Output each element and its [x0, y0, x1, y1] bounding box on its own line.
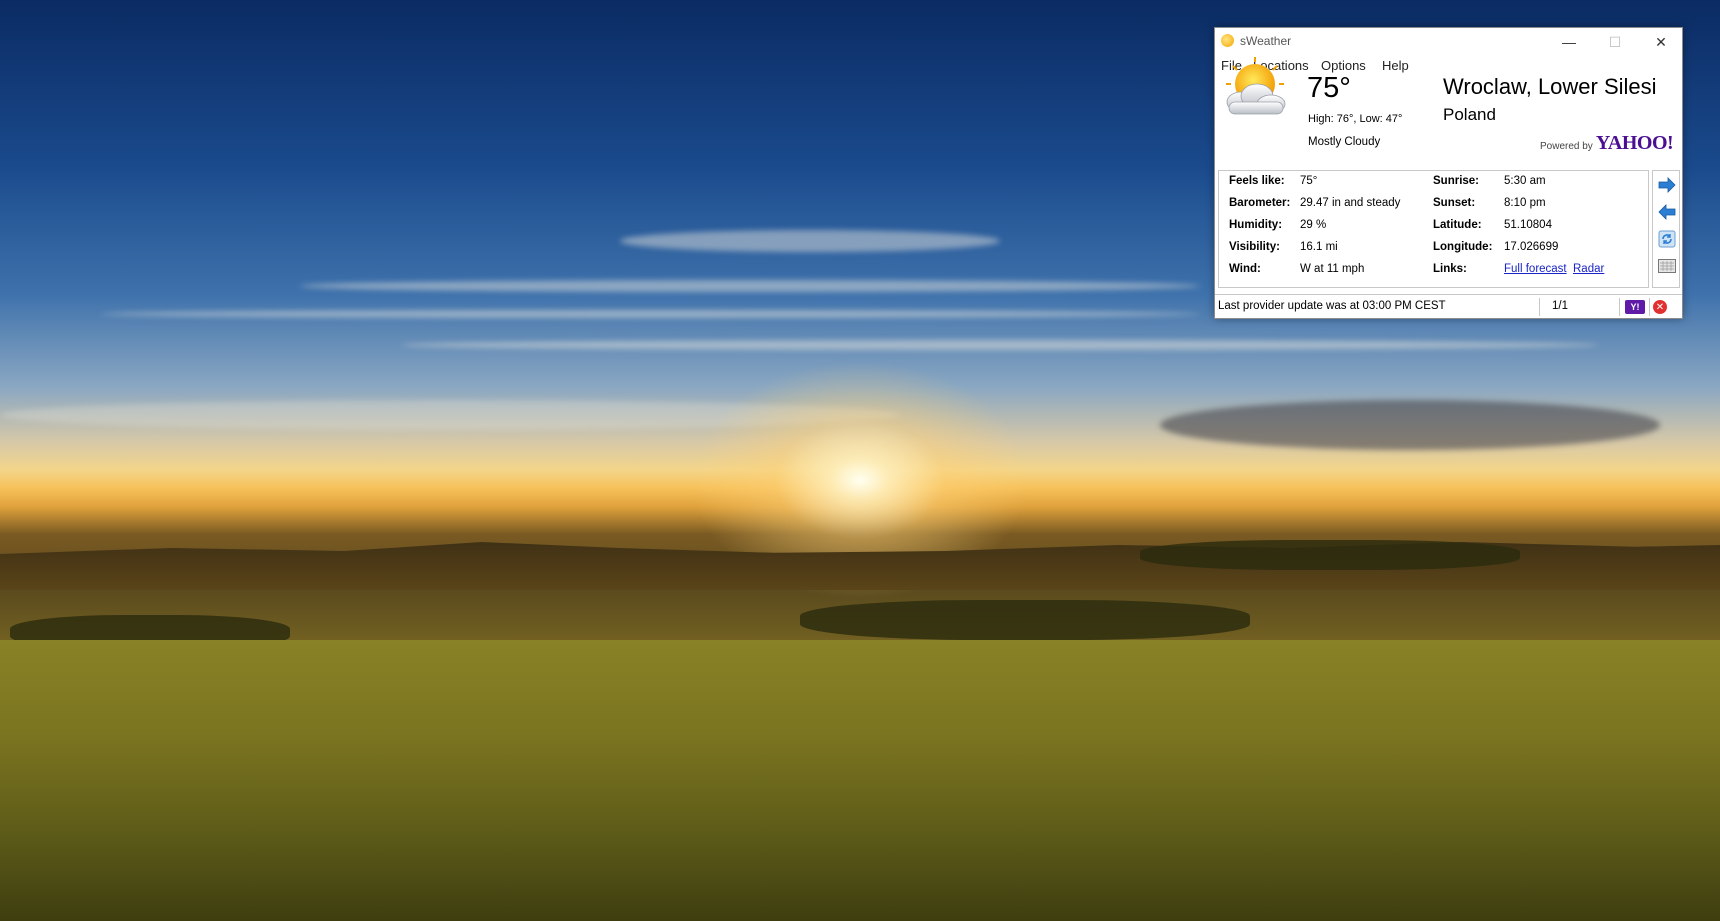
status-separator [1619, 298, 1620, 316]
radar-link[interactable]: Radar [1573, 263, 1604, 275]
window-title: sWeather [1240, 34, 1292, 48]
cloud [400, 340, 1600, 350]
maximize-button[interactable]: ☐ [1592, 28, 1638, 56]
yahoo-logo[interactable]: YAHOO! [1596, 132, 1674, 155]
sunset-label: Sunset: [1433, 197, 1476, 209]
trees [1140, 540, 1520, 570]
sunrise-value: 5:30 am [1504, 175, 1546, 187]
wind-value: W at 11 mph [1300, 263, 1365, 275]
grass-field [0, 640, 1720, 921]
page-counter: 1/1 [1552, 300, 1568, 312]
back-arrow-icon[interactable] [1657, 202, 1677, 222]
tool-column [1652, 170, 1680, 288]
latitude-label: Latitude: [1433, 219, 1482, 231]
wind-label: Wind: [1229, 263, 1261, 275]
refresh-icon[interactable] [1657, 229, 1677, 249]
latitude-value: 51.10804 [1504, 219, 1552, 231]
barometer-label: Barometer: [1229, 197, 1291, 209]
cloud [300, 280, 1200, 292]
title-bar[interactable]: sWeather — ☐ ✕ [1215, 28, 1682, 56]
menu-help[interactable]: Help [1382, 58, 1409, 73]
sun-app-icon [1221, 34, 1234, 47]
keyboard-icon[interactable] [1657, 256, 1677, 276]
city-name: Wroclaw, Lower Silesi [1443, 74, 1657, 99]
sunrise-label: Sunrise: [1433, 175, 1480, 187]
condition: Mostly Cloudy [1308, 136, 1381, 148]
yahoo-badge-icon[interactable]: Y! [1625, 300, 1645, 314]
status-bar: Last provider update was at 03:00 PM CES… [1215, 294, 1682, 319]
status-separator [1649, 298, 1650, 316]
full-forecast-link[interactable]: Full forecast [1504, 263, 1567, 275]
longitude-value: 17.026699 [1504, 241, 1559, 253]
trees [800, 600, 1250, 640]
sweather-window[interactable]: sWeather — ☐ ✕ File Locations Options He… [1214, 27, 1683, 319]
links-label: Links: [1433, 263, 1467, 275]
feels-like-value: 75° [1300, 175, 1318, 187]
partly-cloudy-sun-icon [1226, 57, 1286, 115]
longitude-label: Longitude: [1433, 241, 1493, 253]
humidity-label: Humidity: [1229, 219, 1283, 231]
high-low: High: 76°, Low: 47° [1308, 113, 1403, 125]
humidity-value: 29 % [1300, 219, 1327, 231]
visibility-value: 16.1 mi [1300, 241, 1338, 253]
details-panel: Feels like: 75° Sunrise: 5:30 am Baromet… [1218, 170, 1649, 288]
country-name: Poland [1443, 105, 1496, 124]
powered-by-text: Powered by [1540, 141, 1593, 152]
powered-by[interactable]: Powered by YAHOO! [1540, 132, 1674, 155]
cloud [1160, 400, 1660, 450]
barometer-value: 29.47 in and steady [1300, 197, 1401, 209]
status-separator [1539, 298, 1540, 316]
next-arrow-icon[interactable] [1657, 175, 1677, 195]
cloud [620, 230, 1000, 252]
minimize-button[interactable]: — [1546, 28, 1592, 56]
temperature: 75° [1307, 72, 1351, 104]
status-text: Last provider update was at 03:00 PM CES… [1218, 300, 1446, 312]
feels-like-label: Feels like: [1229, 175, 1285, 187]
close-circle-icon[interactable]: ✕ [1653, 300, 1667, 314]
close-button[interactable]: ✕ [1638, 28, 1684, 56]
sunset-value: 8:10 pm [1504, 197, 1546, 209]
visibility-label: Visibility: [1229, 241, 1280, 253]
menu-options[interactable]: Options [1321, 58, 1366, 73]
cloud [100, 310, 1200, 318]
